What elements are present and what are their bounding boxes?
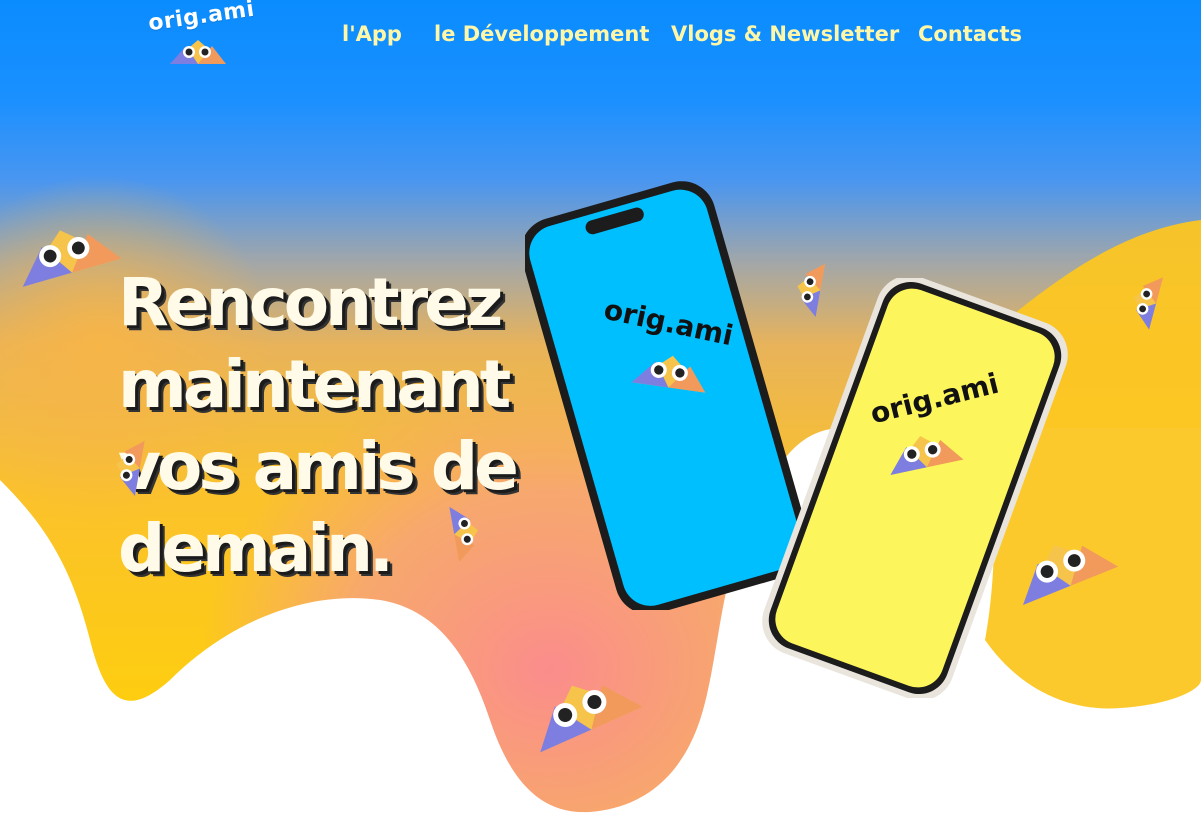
headline-line-2: maintenant	[118, 346, 511, 423]
nav-link-vlogs-newsletter[interactable]: Vlogs & Newsletter	[671, 22, 899, 46]
top-nav: orig.ami l'App le Développement Vlogs & …	[0, 0, 1201, 80]
nav-link-development[interactable]: le Développement	[434, 22, 649, 46]
logo-mascot-icon	[170, 40, 226, 64]
nav-link-contacts[interactable]: Contacts	[918, 22, 1022, 46]
phone-right: orig.ami	[755, 278, 1075, 698]
brand-logo[interactable]: orig.ami	[146, 0, 256, 66]
logo-text: orig.ami	[146, 0, 257, 37]
nav-link-app[interactable]: l'App	[342, 22, 402, 46]
headline-line-1: Rencontrez	[118, 264, 503, 341]
headline-line-3: vos amis de	[118, 428, 519, 505]
